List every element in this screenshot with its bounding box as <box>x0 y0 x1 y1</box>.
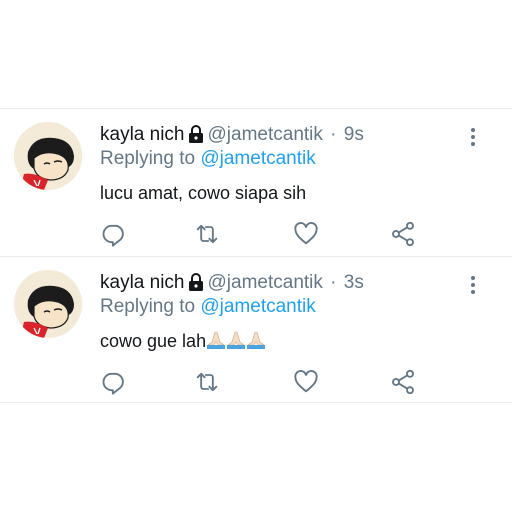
tweet-text: lucu amat, cowo siapa sih <box>100 182 306 204</box>
tweet-header: kayla nich @jametcantik · 9s <box>100 124 364 149</box>
display-name[interactable]: kayla nich <box>100 124 185 145</box>
replying-to: Replying to @jametcantik <box>100 296 316 318</box>
tweet-card[interactable]: kayla nich @jametcantik · 9s Replying to … <box>0 110 512 256</box>
separator: · <box>330 272 337 293</box>
share-icon[interactable] <box>389 220 417 248</box>
retweet-icon[interactable] <box>193 220 221 248</box>
replying-to: Replying to @jametcantik <box>100 148 316 170</box>
heart-icon[interactable] <box>292 368 320 396</box>
more-vertical-icon[interactable] <box>466 126 480 148</box>
action-bar <box>0 220 512 250</box>
separator: · <box>330 124 337 145</box>
avatar[interactable] <box>14 270 82 338</box>
display-name[interactable]: kayla nich <box>100 272 185 293</box>
handle[interactable]: @jametcantik <box>208 124 323 145</box>
folded-hands-emoji <box>227 331 246 349</box>
lock-icon <box>188 125 204 149</box>
timestamp[interactable]: 3s <box>344 272 364 293</box>
avatar[interactable] <box>14 122 82 190</box>
replying-prefix: Replying to <box>100 296 196 317</box>
tweet-header: kayla nich @jametcantik · 3s <box>100 272 364 297</box>
share-icon[interactable] <box>389 368 417 396</box>
tweet-text: cowo gue lah <box>100 330 268 355</box>
mention-link[interactable]: @jametcantik <box>200 148 315 169</box>
retweet-icon[interactable] <box>193 368 221 396</box>
lock-icon <box>188 273 204 297</box>
more-vertical-icon[interactable] <box>466 274 480 296</box>
mention-link[interactable]: @jametcantik <box>200 296 315 317</box>
reply-icon[interactable] <box>100 220 128 248</box>
heart-icon[interactable] <box>292 220 320 248</box>
tweet-card[interactable]: kayla nich @jametcantik · 3s Replying to … <box>0 258 512 404</box>
tweet-body: lucu amat, cowo siapa sih <box>100 183 307 203</box>
divider-middle <box>0 256 512 257</box>
tweet-body: cowo gue lah <box>100 331 207 351</box>
folded-hands-emoji <box>207 331 226 349</box>
handle[interactable]: @jametcantik <box>208 272 323 293</box>
action-bar <box>0 368 512 398</box>
divider-bottom <box>0 402 512 403</box>
replying-prefix: Replying to <box>100 148 196 169</box>
timestamp[interactable]: 9s <box>344 124 364 145</box>
divider-top <box>0 108 512 109</box>
folded-hands-emoji <box>247 331 266 349</box>
folded-hands-emoji-group <box>206 330 268 355</box>
reply-icon[interactable] <box>100 368 128 396</box>
